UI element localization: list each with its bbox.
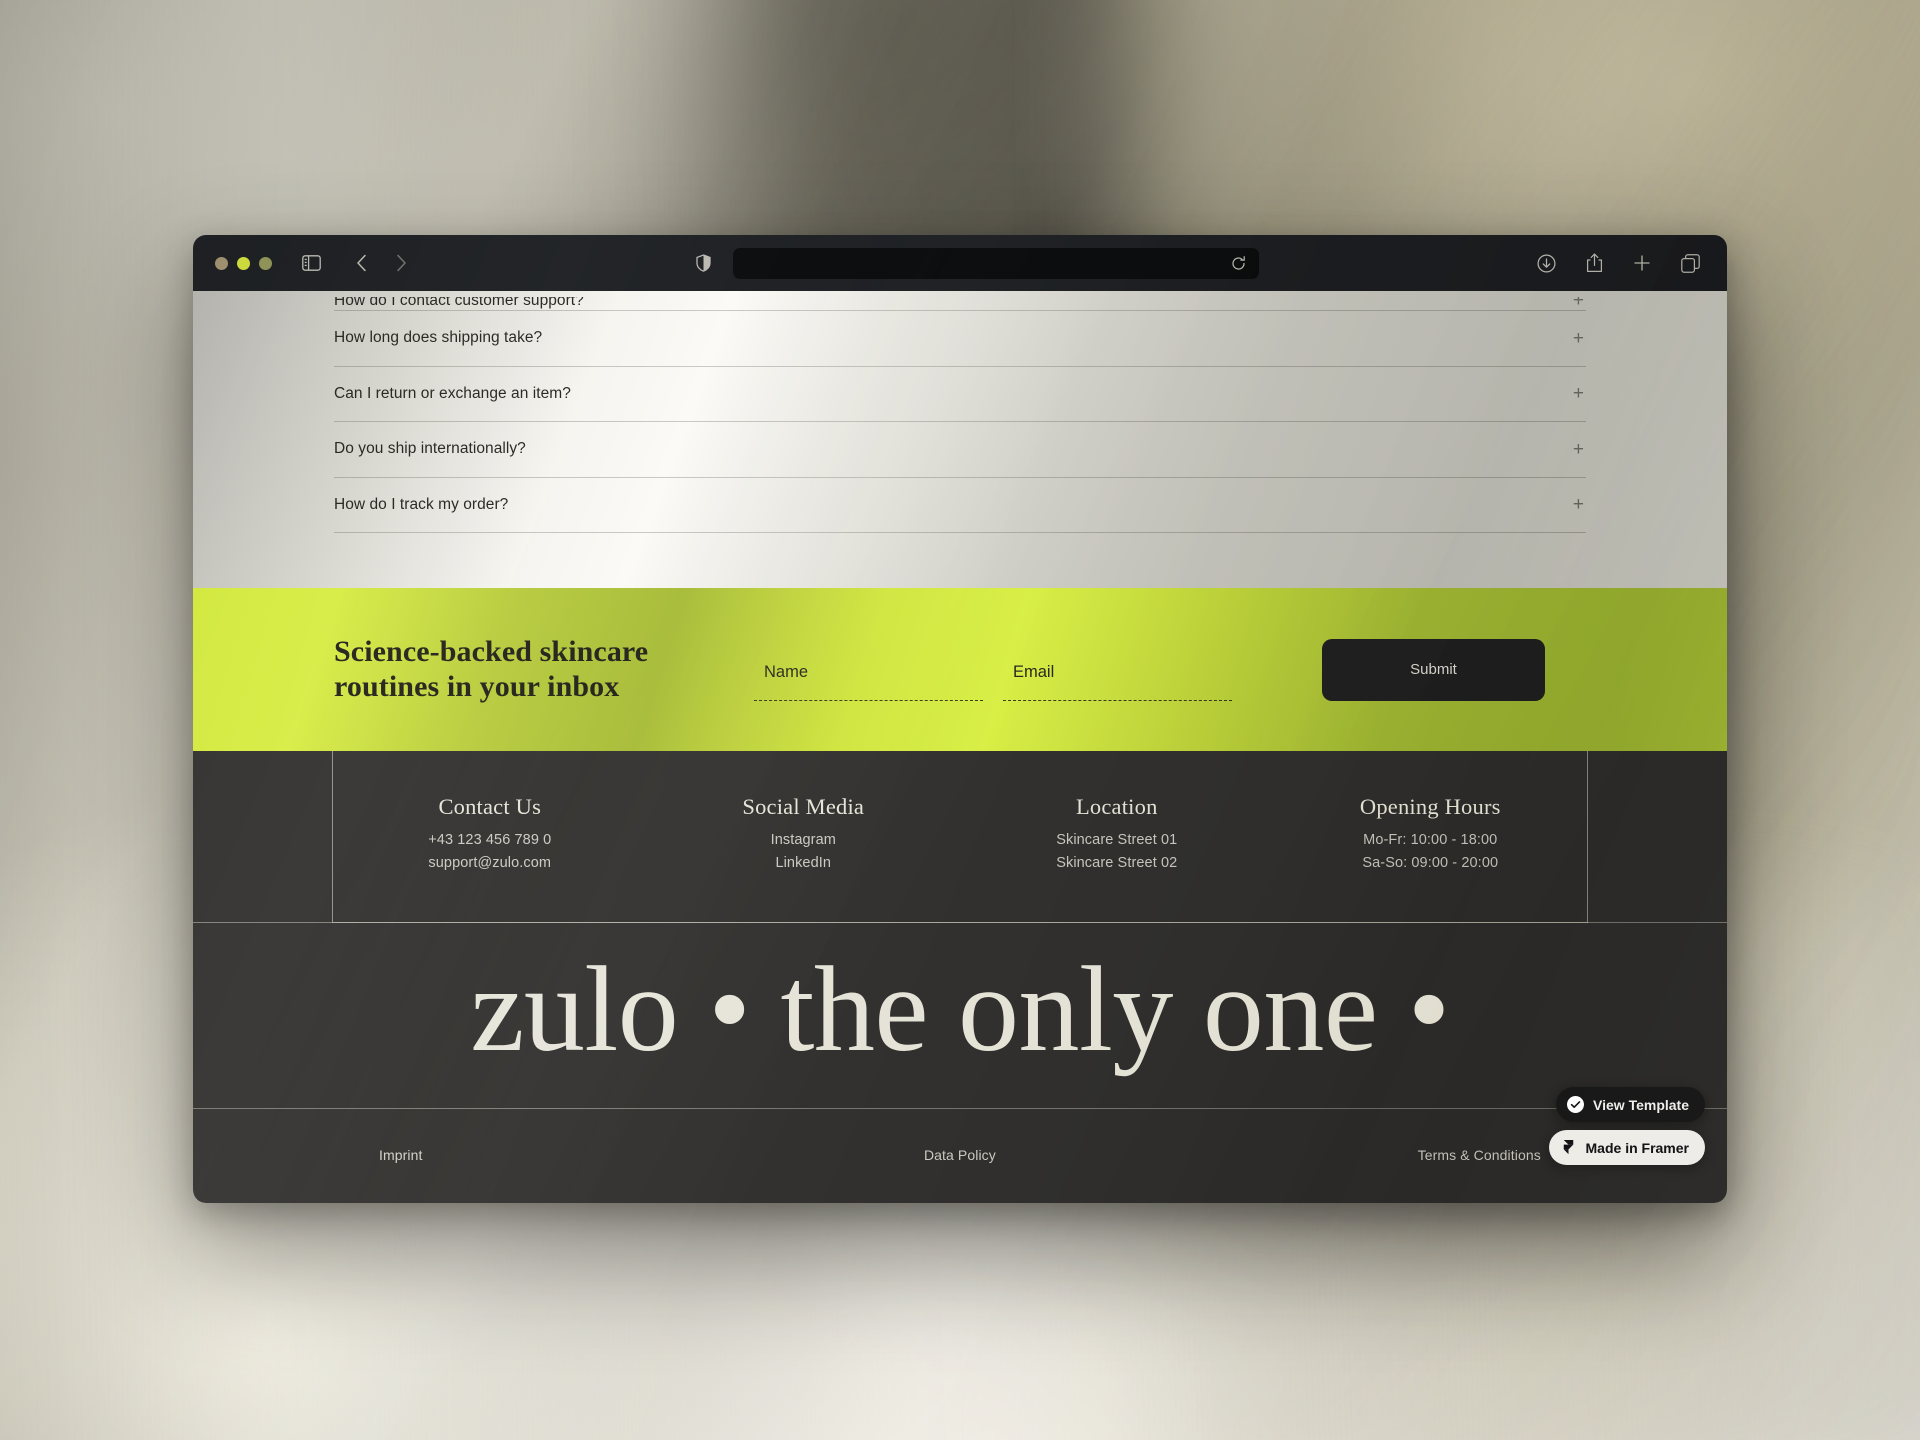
reload-icon[interactable] — [1230, 254, 1248, 272]
forward-icon[interactable] — [386, 248, 416, 278]
newsletter-heading-line-1: Science-backed skincare — [334, 634, 649, 668]
email-input[interactable] — [1003, 662, 1232, 692]
window-traffic-lights — [215, 256, 272, 270]
close-window-button[interactable] — [215, 256, 228, 270]
legal-bar: Imprint Data Policy Terms & Conditions — [193, 1109, 1727, 1203]
hours-weekend: Sa-So: 09:00 - 20:00 — [1362, 855, 1499, 871]
imprint-link[interactable]: Imprint — [379, 1147, 423, 1163]
newsletter-heading-line-2: routines in your inbox — [334, 669, 620, 703]
browser-window: How do I contact customer support? + How… — [193, 235, 1727, 1203]
brand-wordmark: zulo • the only one • — [470, 941, 1450, 1077]
newsletter-section: Science-backed skincare routines in your… — [193, 588, 1727, 751]
footer-columns-section: Contact Us +43 123 456 789 0 support@zul… — [193, 751, 1727, 923]
toolbar-right-group — [1531, 248, 1705, 278]
newsletter-form: Submit — [738, 638, 1586, 701]
framer-badges: View Template Made in Framer — [1548, 1087, 1705, 1165]
faq-expand-icon[interactable]: + — [1573, 440, 1586, 459]
view-template-label: View Template — [1593, 1096, 1689, 1113]
footer-column-title: Contact Us — [438, 793, 542, 819]
footer-column-social: Social Media Instagram LinkedIn — [647, 751, 961, 922]
name-input[interactable] — [754, 662, 983, 692]
wordmark-section: zulo • the only one • — [193, 923, 1727, 1109]
legal-center: Data Policy — [751, 1147, 1168, 1165]
email-field-wrapper — [1003, 662, 1232, 701]
data-policy-link[interactable]: Data Policy — [924, 1147, 996, 1163]
social-link-instagram[interactable]: Instagram — [771, 829, 836, 852]
faq-row-clipped[interactable]: How do I contact customer support? + — [334, 297, 1586, 311]
submit-button[interactable]: Submit — [1322, 638, 1545, 701]
sidebar-icon[interactable] — [296, 248, 326, 278]
name-field-wrapper — [754, 662, 983, 701]
faq-expand-icon[interactable]: + — [1573, 297, 1586, 310]
newsletter-heading: Science-backed skincare routines in your… — [334, 635, 738, 705]
share-icon[interactable] — [1579, 248, 1609, 278]
legal-left: Imprint — [334, 1147, 751, 1165]
footer-column-title: Social Media — [742, 793, 865, 819]
footer-left-spacer — [193, 751, 333, 923]
contact-email: support@zulo.com — [428, 855, 552, 871]
made-in-framer-label: Made in Framer — [1585, 1139, 1689, 1156]
back-icon[interactable] — [346, 248, 376, 278]
footer-column-location: Location Skincare Street 01 Skincare Str… — [960, 751, 1274, 922]
faq-question: Can I return or exchange an item? — [334, 384, 571, 402]
footer-column-title: Opening Hours — [1359, 793, 1501, 819]
legal-right: Terms & Conditions — [1169, 1147, 1586, 1165]
browser-toolbar — [193, 235, 1727, 291]
location-line-1: Skincare Street 01 — [1056, 831, 1178, 848]
terms-link[interactable]: Terms & Conditions — [1418, 1147, 1541, 1163]
toolbar-center-group — [416, 247, 1531, 279]
faq-question: How do I contact customer support? — [334, 297, 584, 309]
footer-columns: Contact Us +43 123 456 789 0 support@zul… — [333, 751, 1587, 923]
toolbar-navigation-group — [346, 248, 416, 278]
footer-right-spacer — [1587, 751, 1727, 923]
footer-column-contact: Contact Us +43 123 456 789 0 support@zul… — [333, 751, 647, 922]
faq-list: How do I contact customer support? + How… — [334, 291, 1586, 533]
plus-icon[interactable] — [1627, 248, 1657, 278]
toolbar-left-group — [296, 248, 326, 278]
footer-column-hours: Opening Hours Mo-Fr: 10:00 - 18:00 Sa-So… — [1274, 751, 1588, 922]
framer-logo-icon — [1563, 1139, 1573, 1155]
faq-expand-icon[interactable]: + — [1573, 384, 1586, 403]
view-template-button[interactable]: View Template — [1556, 1087, 1705, 1122]
maximize-window-button[interactable] — [259, 256, 272, 270]
hours-weekdays: Mo-Fr: 10:00 - 18:00 — [1363, 831, 1498, 848]
address-bar[interactable] — [732, 247, 1259, 279]
shield-icon[interactable] — [689, 248, 719, 278]
footer-column-title: Location — [1075, 793, 1158, 819]
faq-question: Do you ship internationally? — [334, 440, 526, 458]
faq-row[interactable]: Can I return or exchange an item? + — [334, 367, 1586, 422]
faq-section: How do I contact customer support? + How… — [193, 291, 1727, 588]
faq-expand-icon[interactable]: + — [1573, 495, 1586, 514]
faq-row[interactable]: How do I track my order? + — [334, 478, 1586, 533]
download-circle-icon[interactable] — [1531, 248, 1561, 278]
faq-question: How do I track my order? — [334, 495, 509, 513]
minimize-window-button[interactable] — [237, 256, 250, 270]
check-circle-icon — [1567, 1096, 1585, 1113]
faq-row[interactable]: Do you ship internationally? + — [334, 422, 1586, 478]
faq-question: How long does shipping take? — [334, 329, 543, 347]
tab-overview-icon[interactable] — [1675, 248, 1705, 278]
contact-phone: +43 123 456 789 0 — [428, 831, 552, 848]
made-in-framer-button[interactable]: Made in Framer — [1548, 1130, 1705, 1165]
social-link-linkedin[interactable]: LinkedIn — [775, 852, 831, 875]
faq-row[interactable]: How long does shipping take? + — [334, 311, 1586, 367]
page-viewport: How do I contact customer support? + How… — [193, 291, 1727, 1203]
location-line-2: Skincare Street 02 — [1056, 855, 1178, 871]
faq-expand-icon[interactable]: + — [1573, 329, 1586, 348]
